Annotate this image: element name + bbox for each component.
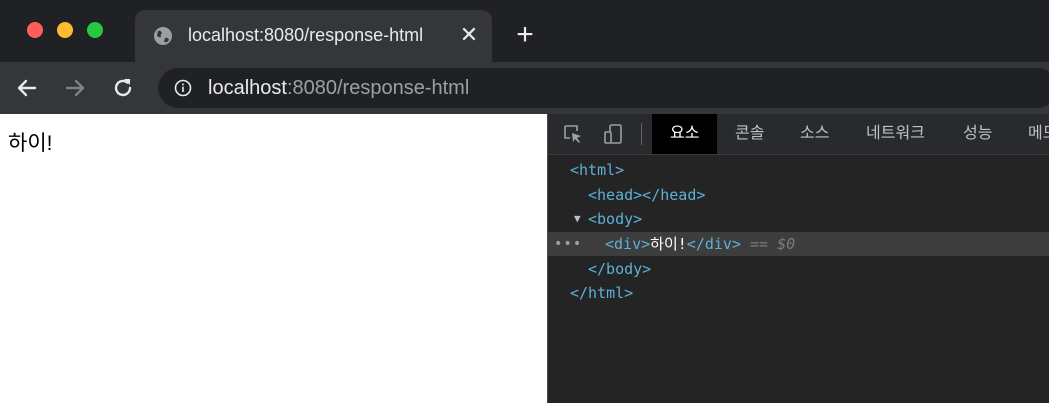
devtools-panel: 요소 콘솔 소스 네트워크 성능 메모 <html> <head></head>… [547,114,1049,403]
tab-performance[interactable]: 성능 [963,114,992,154]
div-close-tag: </div> [686,235,741,253]
body-close-tag: </body> [588,260,652,278]
tab-console[interactable]: 콘솔 [735,114,764,154]
tree-node-html-close[interactable]: </html> [548,281,1049,305]
tab-memory[interactable]: 메모 [1028,114,1049,154]
info-icon[interactable] [174,79,192,97]
device-toolbar-icon[interactable] [602,123,624,145]
window-zoom-button[interactable] [87,22,103,38]
ellipsis-icon[interactable]: ••• [554,232,582,256]
browser-tab[interactable]: localhost:8080/response-html ✕ [135,10,492,62]
reload-icon[interactable] [110,75,136,101]
inspect-element-icon[interactable] [562,123,584,145]
devtools-tab-bar: 요소 콘솔 소스 네트워크 성능 메모 [548,114,1049,155]
html-open-tag: <html> [570,161,625,179]
tab-sources[interactable]: 소스 [800,114,829,154]
selected-node-eq: == [750,235,769,253]
html-close-tag: </html> [570,284,634,302]
page-content-text: 하이! [8,132,53,155]
window-close-button[interactable] [27,22,43,38]
plus-icon[interactable]: + [510,20,540,50]
page-viewport: 하이! [0,114,547,403]
window-minimize-button[interactable] [57,22,73,38]
globe-icon [154,27,172,45]
head-tag: <head></head> [588,186,706,204]
url-host: localhost [208,77,287,99]
body-open-tag: <body> [588,210,643,228]
selected-node-var: $0 [777,235,796,253]
address-bar[interactable]: localhost:8080/response-html [158,68,1049,108]
tab-title: localhost:8080/response-html [188,25,424,45]
devtools-separator [641,123,642,145]
tree-node-div-selected[interactable]: ••• <div>하이!</div> == $0 [548,232,1049,256]
tab-elements[interactable]: 요소 [652,114,718,154]
expand-triangle-icon[interactable]: ▼ [574,207,581,231]
tree-node-body-close[interactable]: </body> [548,257,1049,281]
div-text-node: 하이! [650,235,687,253]
tree-node-html[interactable]: <html> [548,158,1049,182]
toolbar: localhost:8080/response-html [0,62,1049,114]
tab-network[interactable]: 네트워크 [866,114,925,154]
url-text: localhost:8080/response-html [208,77,469,100]
url-path: :8080/response-html [286,77,470,99]
forward-arrow-icon[interactable] [62,75,88,101]
close-icon[interactable]: ✕ [457,23,481,47]
tree-node-head[interactable]: <head></head> [548,183,1049,207]
tab-strip: localhost:8080/response-html ✕ + [0,0,1049,62]
back-arrow-icon[interactable] [14,75,40,101]
div-open-tag: <div> [605,235,651,253]
tree-node-body[interactable]: ▼ <body> [548,207,1049,231]
